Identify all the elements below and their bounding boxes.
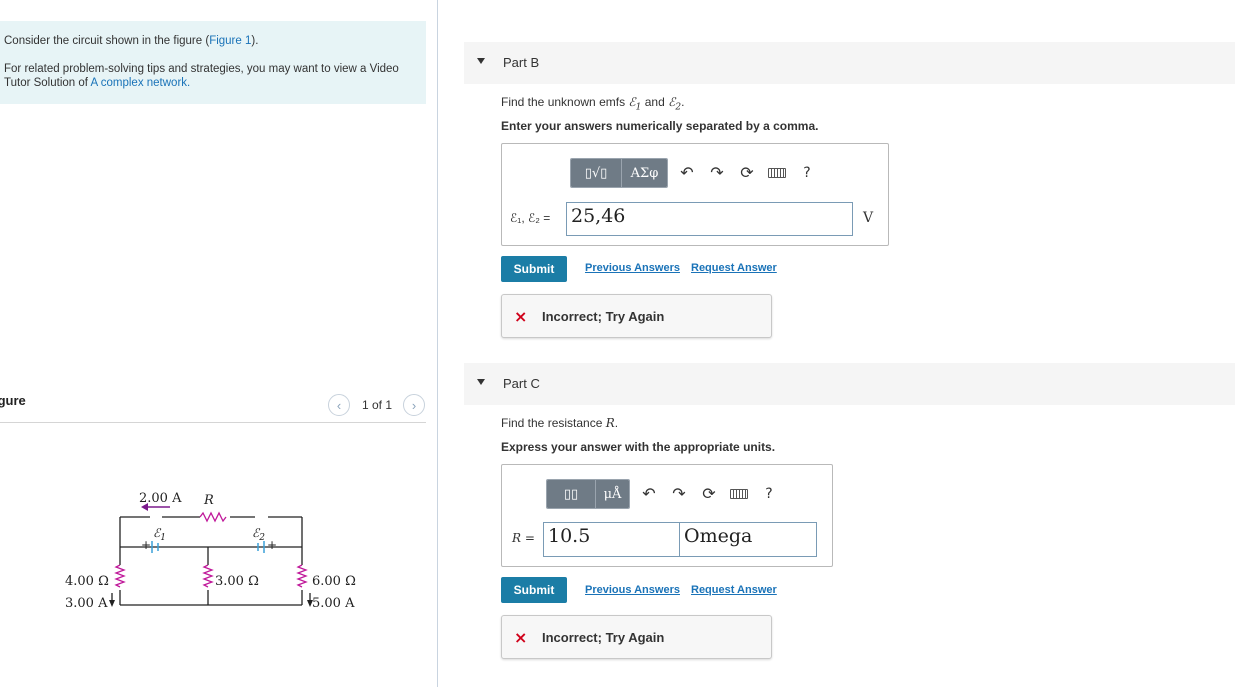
error-x-icon: × (514, 307, 528, 326)
part-b-answer-input[interactable]: 25,46 (566, 202, 853, 236)
figure-divider (0, 422, 426, 423)
resistor-middle (202, 564, 214, 588)
label-right-cur: 5.00 A (312, 596, 355, 611)
part-c-toolbar: ▯▯ μÅ ↶ ↷ ⟳ ? (546, 479, 784, 509)
part-c-input-label: R = (512, 531, 535, 545)
part-c-value-input[interactable]: 10.5 (543, 522, 680, 557)
part-c-previous-answers-link[interactable]: Previous Answers (585, 584, 680, 596)
templates-button[interactable]: ▯√▯ (571, 159, 621, 187)
collapse-triangle-icon[interactable] (477, 58, 485, 64)
greek-symbols-button[interactable]: ΑΣφ (621, 159, 667, 187)
reset-icon[interactable]: ⟳ (694, 480, 724, 508)
redo-icon[interactable]: ↷ (702, 159, 732, 187)
part-c-feedback-message: Incorrect; Try Again (542, 630, 665, 645)
part-b-title: Part B (503, 55, 540, 70)
figure-pager: ‹ 1 of 1 › (328, 394, 426, 416)
units-button[interactable]: μÅ (595, 480, 629, 508)
label-emf1: ℰ1 (153, 526, 166, 543)
label-emf2-plus: + (267, 538, 277, 552)
part-c-question: Find the resistance R. (501, 416, 619, 430)
part-b-header[interactable]: Part B (464, 42, 1235, 84)
part-b-instruction: Enter your answers numerically separated… (501, 119, 819, 133)
part-b-request-answer-link[interactable]: Request Answer (691, 262, 777, 274)
help-button[interactable]: ? (792, 159, 822, 187)
label-right-res: 6.00 Ω (312, 574, 356, 589)
fraction-templates-button[interactable]: ▯▯ (547, 480, 595, 508)
part-b-unit: V (863, 210, 874, 226)
intro-line-1: Consider the circuit shown in the figure… (4, 35, 259, 47)
label-emf2: ℰ2 (252, 526, 265, 543)
label-mid-res: 3.00 Ω (215, 574, 259, 589)
circuit-diagram: 2.00 A R ℰ1 + ℰ2 + 4.00 Ω 3.00 A 3.00 Ω … (65, 491, 356, 611)
current-arrow-left (109, 593, 115, 607)
part-b-feedback-message: Incorrect; Try Again (542, 309, 665, 324)
collapse-triangle-icon[interactable] (477, 379, 485, 385)
part-b-submit-button[interactable]: Submit (501, 256, 567, 282)
part-b-input-label: ℰ₁, ℰ₂ = (510, 211, 551, 225)
undo-icon[interactable]: ↶ (634, 480, 664, 508)
part-b-previous-answers-link[interactable]: Previous Answers (585, 262, 680, 274)
resistor-left (114, 564, 126, 588)
keyboard-icon[interactable] (762, 159, 792, 187)
redo-icon[interactable]: ↷ (664, 480, 694, 508)
part-c-units-input[interactable]: Omega (679, 522, 817, 557)
part-c-toolbar-group: ▯▯ μÅ (546, 479, 630, 509)
label-r: R (203, 493, 214, 508)
reset-icon[interactable]: ⟳ (732, 159, 762, 187)
part-c-title: Part C (503, 376, 540, 391)
figure-link[interactable]: Figure 1 (209, 35, 251, 47)
label-left-cur: 3.00 A (65, 596, 108, 611)
part-b-toolbar: ▯√▯ ΑΣφ ↶ ↷ ⟳ ? (570, 158, 822, 188)
chevron-right-icon[interactable]: › (403, 394, 426, 416)
label-top-current: 2.00 A (139, 491, 182, 506)
undo-icon[interactable]: ↶ (672, 159, 702, 187)
left-panel: Consider the circuit shown in the figure… (0, 0, 438, 687)
part-b-feedback: × Incorrect; Try Again (501, 294, 772, 338)
intro-line-2: For related problem-solving tips and str… (4, 63, 399, 89)
label-emf1-plus: + (141, 538, 151, 552)
label-left-res: 4.00 Ω (65, 574, 109, 589)
error-x-icon: × (514, 628, 528, 647)
figure-page-count: 1 of 1 (362, 398, 393, 412)
part-c-feedback: × Incorrect; Try Again (501, 615, 772, 659)
problem-intro: Consider the circuit shown in the figure… (0, 21, 426, 104)
part-b-question: Find the unknown emfs ℰ1 and ℰ2. (501, 95, 685, 113)
part-c-header[interactable]: Part C (464, 363, 1235, 405)
chevron-left-icon[interactable]: ‹ (328, 394, 350, 416)
part-c-instruction: Express your answer with the appropriate… (501, 440, 776, 454)
part-b-toolbar-group: ▯√▯ ΑΣφ (570, 158, 668, 188)
resistor-right (296, 564, 308, 588)
part-c-submit-button[interactable]: Submit (501, 577, 567, 603)
part-c-request-answer-link[interactable]: Request Answer (691, 584, 777, 596)
keyboard-icon[interactable] (724, 480, 754, 508)
help-button[interactable]: ? (754, 480, 784, 508)
resistor-r (199, 511, 227, 523)
video-tutor-link[interactable]: A complex network. (91, 77, 191, 89)
figure-title: igure (0, 393, 26, 408)
